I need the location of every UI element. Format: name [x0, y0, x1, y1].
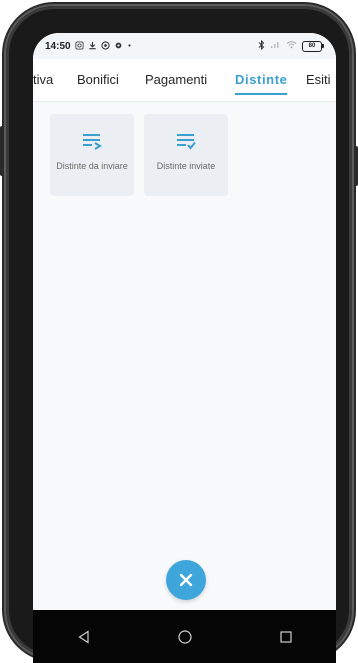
- tab-bonifici[interactable]: Bonifici: [77, 59, 119, 101]
- back-icon: [77, 629, 89, 644]
- back-button[interactable]: [69, 622, 99, 652]
- tile-label: Distinte da inviare: [56, 161, 128, 171]
- volume-button: [0, 126, 4, 176]
- battery-indicator: 80: [302, 40, 324, 52]
- whatsapp-icon: [100, 40, 110, 52]
- tab-esiti[interactable]: Esiti: [306, 59, 331, 101]
- tile-distinte-da-inviare[interactable]: Distinte da inviare: [50, 114, 134, 196]
- recents-button[interactable]: [271, 622, 301, 652]
- list-check-icon: [177, 134, 196, 150]
- tab-pagamenti[interactable]: Pagamenti: [145, 59, 207, 101]
- wifi-icon: [286, 40, 297, 52]
- bluetooth-icon: [258, 39, 265, 53]
- system-nav-bar: [33, 610, 336, 663]
- close-button[interactable]: [166, 560, 206, 600]
- dot-icon: [127, 41, 132, 52]
- tab-distinte[interactable]: Distinte: [235, 59, 288, 101]
- settings-icon: [114, 41, 123, 52]
- home-button[interactable]: [170, 622, 200, 652]
- tile-distinte-inviate[interactable]: Distinte inviate: [144, 114, 228, 196]
- status-bar: 14:50 80: [33, 33, 336, 59]
- close-icon: [179, 573, 193, 587]
- list-send-icon: [83, 134, 102, 150]
- photo-icon: [75, 40, 84, 52]
- power-button: [354, 146, 358, 186]
- tab-attiva[interactable]: tiva: [33, 59, 53, 101]
- screen: 14:50 80 tiva Bonifici Pagamenti Distint…: [33, 33, 336, 663]
- home-icon: [177, 629, 192, 644]
- main-content: Distinte da inviare Distinte inviate: [33, 102, 336, 630]
- signal-icon: [270, 40, 281, 52]
- tile-label: Distinte inviate: [156, 161, 216, 171]
- download-icon: [88, 41, 97, 52]
- status-time: 14:50: [45, 40, 71, 52]
- tab-bar: tiva Bonifici Pagamenti Distinte Esiti: [33, 59, 336, 102]
- recents-icon: [279, 630, 292, 643]
